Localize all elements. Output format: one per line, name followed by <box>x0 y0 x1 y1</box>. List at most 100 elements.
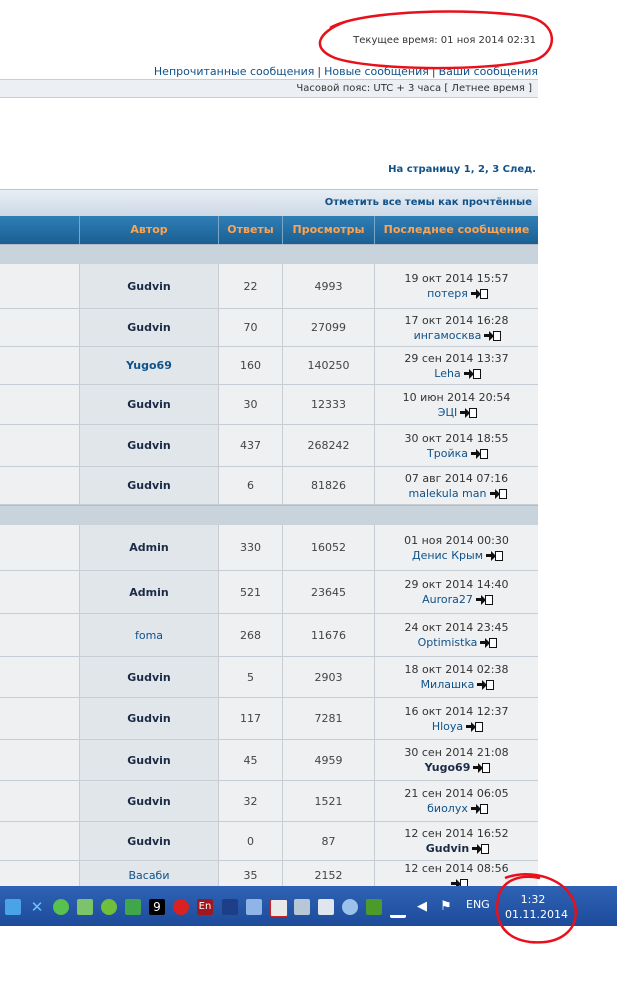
goto-last-post-icon[interactable] <box>473 763 491 773</box>
topic-cell[interactable] <box>0 781 79 821</box>
language-en-icon[interactable]: En <box>197 899 213 915</box>
goto-last-post-icon[interactable] <box>484 330 502 341</box>
goto-last-post-icon[interactable] <box>470 289 488 299</box>
last-post-user-link[interactable]: Optimistka <box>418 636 478 649</box>
goto-last-post-icon[interactable] <box>466 721 484 732</box>
topic-cell[interactable] <box>0 822 79 860</box>
goto-last-post-icon[interactable] <box>489 488 507 499</box>
last-post-user-link[interactable]: потеря <box>427 287 468 300</box>
next-page-link[interactable]: След. <box>503 164 536 175</box>
goto-last-post-icon[interactable] <box>472 844 490 854</box>
topic-cell[interactable] <box>0 309 79 346</box>
author-link[interactable]: Gudvin <box>79 309 218 346</box>
author-link[interactable]: Gudvin <box>79 740 218 780</box>
author-link[interactable]: Gudvin <box>79 781 218 821</box>
display-icon[interactable] <box>246 899 262 915</box>
author-link[interactable]: Yugo69 <box>79 347 218 384</box>
taskbar-clock[interactable]: 1:32 01.11.2014 <box>505 892 568 922</box>
topic-cell[interactable] <box>0 740 79 780</box>
volume-icon[interactable]: ◀ <box>414 899 430 915</box>
topic-cell[interactable] <box>0 525 79 570</box>
author-link[interactable]: Gudvin <box>79 264 218 308</box>
replies-count: 117 <box>218 698 282 739</box>
last-post-date: 18 окт 2014 02:38 <box>404 663 509 676</box>
last-post-user-link[interactable]: Денис Крым <box>412 549 483 562</box>
media-icon[interactable] <box>270 899 288 917</box>
topic-cell[interactable] <box>0 657 79 697</box>
replies-column-header[interactable]: Ответы <box>218 216 282 244</box>
goto-last-post-icon[interactable] <box>486 550 504 561</box>
bluetooth-tray-icon[interactable] <box>222 899 238 915</box>
goto-last-post-icon[interactable] <box>470 804 488 814</box>
topic-cell[interactable] <box>0 425 79 466</box>
clock-icon[interactable] <box>173 899 189 915</box>
mark-all-read-link[interactable]: Отметить все темы как прочтённые <box>325 197 532 208</box>
replies-count: 70 <box>218 309 282 346</box>
author-link[interactable]: Gudvin <box>79 698 218 739</box>
last-post-cell: 10 июн 2014 20:54 ЭЦI <box>374 385 538 424</box>
last-post-user-link[interactable]: ингамосква <box>414 329 482 342</box>
author-link[interactable]: Gudvin <box>79 657 218 697</box>
author-column-header[interactable]: Автор <box>79 216 218 244</box>
device-icon[interactable] <box>294 899 310 915</box>
shield-icon[interactable] <box>53 899 69 915</box>
topic-cell[interactable] <box>0 264 79 308</box>
last-post-date: 30 окт 2014 18:55 <box>404 431 509 445</box>
page-link[interactable]: 2 <box>478 164 485 175</box>
new-posts-link[interactable]: Новые сообщения <box>324 65 429 78</box>
nvidia-icon[interactable] <box>366 899 382 915</box>
last-post-user-link[interactable]: ЭЦI <box>438 406 457 419</box>
topic-cell[interactable] <box>0 347 79 384</box>
language-indicator[interactable]: ENG <box>466 898 490 911</box>
usb-icon[interactable] <box>318 899 334 915</box>
goto-last-post-icon[interactable] <box>460 407 478 418</box>
replies-count: 22 <box>218 264 282 308</box>
author-link[interactable]: Gudvin <box>79 425 218 466</box>
unread-posts-link[interactable]: Непрочитанные сообщения <box>154 65 314 78</box>
utorrent-icon[interactable] <box>101 899 117 915</box>
views-count: 1521 <box>282 781 374 821</box>
nine-icon[interactable]: 9 <box>149 899 165 915</box>
goto-last-post-icon[interactable] <box>475 595 493 605</box>
topic-cell[interactable] <box>0 614 79 656</box>
last-post-user-link[interactable]: Тройка <box>427 447 468 460</box>
last-post-user-link[interactable]: Милашка <box>421 678 475 691</box>
last-post-user-link[interactable]: биолух <box>427 802 468 815</box>
last-post-user-link[interactable]: Leha <box>434 367 460 380</box>
topic-cell[interactable] <box>0 467 79 504</box>
author-link[interactable]: Gudvin <box>79 467 218 504</box>
page-link[interactable]: 1 <box>464 164 471 175</box>
signal-icon[interactable] <box>390 899 406 918</box>
flag-icon[interactable]: ⚑ <box>438 899 454 915</box>
goto-last-post-icon[interactable] <box>477 680 495 690</box>
recycle-icon[interactable] <box>77 899 93 915</box>
network-icon[interactable] <box>342 899 358 915</box>
topic-cell[interactable] <box>0 698 79 739</box>
your-posts-link[interactable]: Ваши сообщения <box>439 65 538 78</box>
last-post-date: 12 сен 2014 16:52 <box>404 827 509 840</box>
goto-last-post-icon[interactable] <box>463 368 481 379</box>
last-post-user-link[interactable]: Aurora27 <box>422 593 473 606</box>
x-app-icon[interactable]: ✕ <box>29 899 45 915</box>
author-link[interactable]: foma <box>79 614 218 656</box>
author-link[interactable]: Gudvin <box>79 385 218 424</box>
last-post-date: 10 июн 2014 20:54 <box>402 390 511 404</box>
last-post-user-link[interactable]: malekula man <box>408 487 486 500</box>
last-post-user-link[interactable]: Gudvin <box>426 842 470 855</box>
author-link[interactable]: Admin <box>79 525 218 570</box>
bluetooth-icon[interactable] <box>5 899 21 915</box>
download-icon[interactable] <box>125 899 141 915</box>
table-row: Gudvin 30 12333 10 июн 2014 20:54 ЭЦI <box>0 385 538 425</box>
page-link[interactable]: 3 <box>492 164 499 175</box>
author-link[interactable]: Gudvin <box>79 822 218 860</box>
last-post-user-link[interactable]: Yugo69 <box>425 761 471 774</box>
last-post-user-link[interactable]: Hloya <box>432 720 463 733</box>
views-column-header[interactable]: Просмотры <box>282 216 374 244</box>
topic-cell[interactable] <box>0 571 79 613</box>
last-post-column-header[interactable]: Последнее сообщение <box>374 216 538 244</box>
author-link[interactable]: Admin <box>79 571 218 613</box>
topic-cell[interactable] <box>0 385 79 424</box>
goto-last-post-icon[interactable] <box>480 638 498 648</box>
views-count: 4993 <box>282 264 374 308</box>
goto-last-post-icon[interactable] <box>470 448 488 459</box>
